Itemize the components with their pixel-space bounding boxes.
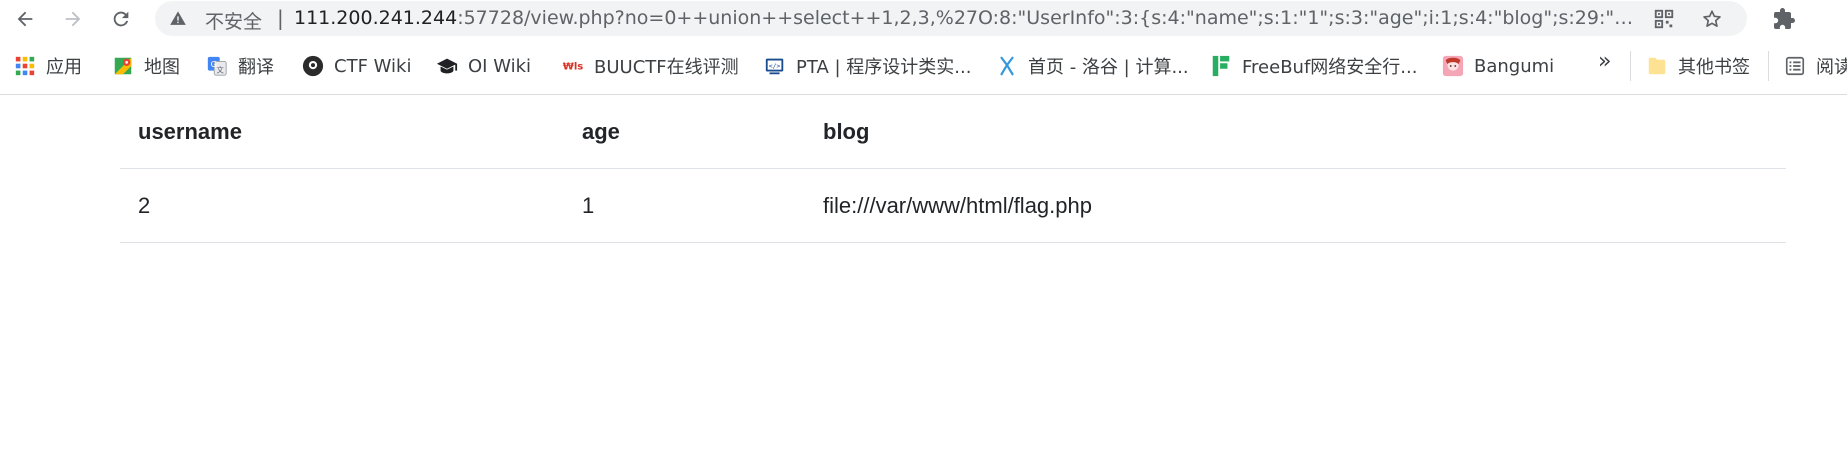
bookmark-star-button[interactable] (1700, 7, 1724, 31)
bookmarks-divider (1630, 51, 1631, 81)
table-header-row: username age blog (120, 95, 1786, 169)
address-bar[interactable]: 不安全 | 111.200.241.244:57728/view.php?no=… (155, 1, 1747, 36)
ctf-wiki-icon (302, 55, 324, 77)
column-header-blog: blog (805, 95, 1786, 169)
buuctf-icon: ₩ls (562, 55, 584, 77)
column-header-username: username (120, 95, 564, 169)
bookmark-label: 其他书签 (1678, 57, 1750, 78)
luogu-icon (996, 55, 1018, 77)
pta-icon: </> (764, 55, 786, 77)
address-divider: | (277, 6, 284, 30)
bookmark-label: 翻译 (238, 57, 274, 78)
bangumi-icon (1442, 55, 1464, 77)
puzzle-icon (1774, 8, 1795, 29)
url-host: 111.200.241.244 (294, 7, 458, 29)
bookmark-bangumi[interactable]: Bangumi (1442, 52, 1554, 80)
cell-age: 1 (564, 168, 805, 243)
bookmark-buuctf[interactable]: ₩ls BUUCTF在线评测 (562, 52, 739, 80)
bookmark-ctf-wiki[interactable]: CTF Wiki (302, 52, 411, 80)
warning-icon (170, 11, 186, 25)
bookmark-label: BUUCTF在线评测 (594, 57, 739, 78)
reload-icon (113, 11, 129, 27)
browser-toolbar: 不安全 | 111.200.241.244:57728/view.php?no=… (0, 0, 1847, 37)
svg-text:₩ls: ₩ls (563, 62, 584, 73)
more-bookmarks-chevron[interactable]: » (1598, 49, 1611, 74)
reading-list-icon (1784, 55, 1806, 77)
bookmark-label: OI Wiki (468, 55, 532, 77)
cell-blog: file:///var/www/html/flag.php (805, 168, 1786, 243)
arrow-left-icon (17, 11, 33, 27)
forward-button[interactable] (58, 4, 88, 34)
bookmark-label: 地图 (144, 57, 180, 78)
bookmark-label: CTF Wiki (334, 55, 412, 77)
page-content: username age blog 2 1 file:///var/www/ht… (0, 95, 1847, 471)
bookmark-oi-wiki[interactable]: OI Wiki (436, 52, 531, 80)
qr-code-icon (1654, 9, 1674, 29)
security-status-label[interactable]: 不安全 (205, 7, 262, 34)
bookmark-label: 首页 - 洛谷 | 计算... (1028, 57, 1189, 78)
bookmark-translate[interactable]: G 文 翻译 (206, 52, 274, 80)
user-info-table: username age blog 2 1 file:///var/www/ht… (120, 95, 1786, 243)
translate-icon: G 文 (206, 55, 228, 77)
bookmark-pta[interactable]: </> PTA | 程序设计类实... (764, 52, 971, 80)
bookmark-reading-list[interactable]: 阅读 (1784, 52, 1847, 80)
url-text[interactable]: 111.200.241.244:57728/view.php?no=0++uni… (294, 7, 1634, 29)
bookmarks-divider (1768, 51, 1769, 81)
graduation-cap-icon (436, 55, 458, 77)
bookmark-label: Bangumi (1474, 55, 1555, 77)
folder-icon (1646, 55, 1668, 77)
qr-code-button[interactable] (1652, 7, 1676, 31)
maps-icon (112, 55, 134, 77)
freebuf-icon (1210, 55, 1232, 77)
bookmark-maps[interactable]: 地图 (112, 52, 180, 80)
bookmark-label: 应用 (46, 57, 82, 78)
bookmark-apps[interactable]: 应用 (14, 52, 82, 80)
arrow-right-icon (65, 11, 81, 27)
bookmark-label: 阅读 (1816, 57, 1847, 78)
svg-text:</>: </> (769, 62, 781, 70)
bookmark-label: FreeBuf网络安全行... (1242, 57, 1418, 78)
bookmark-other-folder[interactable]: 其他书签 (1646, 52, 1750, 80)
extensions-button[interactable] (1770, 5, 1798, 33)
reload-button[interactable] (106, 4, 136, 34)
apps-grid-icon (14, 55, 36, 77)
svg-text:文: 文 (217, 65, 225, 74)
bookmarks-bar: 应用 地图 G 文 翻译 CTF Wiki OI Wiki ₩ls BUUCTF… (0, 37, 1847, 95)
star-icon (1703, 10, 1721, 27)
column-header-age: age (564, 95, 805, 169)
table-row: 2 1 file:///var/www/html/flag.php (120, 168, 1786, 243)
cell-username: 2 (120, 168, 564, 243)
bookmark-label: PTA | 程序设计类实... (796, 57, 972, 78)
bookmark-luogu[interactable]: 首页 - 洛谷 | 计算... (996, 52, 1189, 80)
url-path: :57728/view.php?no=0++union++select++1,2… (457, 7, 1634, 29)
back-button[interactable] (10, 4, 40, 34)
bookmark-freebuf[interactable]: FreeBuf网络安全行... (1210, 52, 1417, 80)
